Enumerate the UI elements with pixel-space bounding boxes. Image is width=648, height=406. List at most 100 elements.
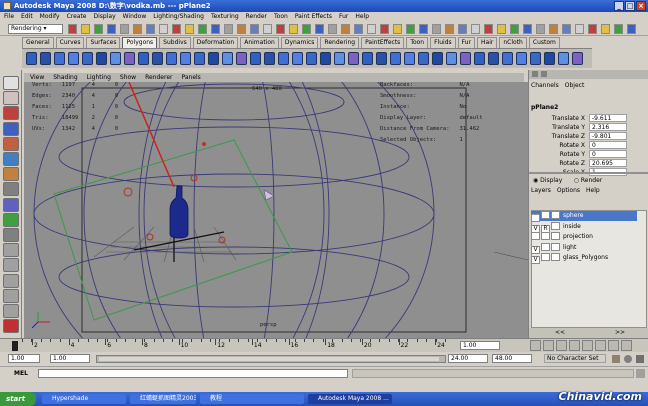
- polygon-shelf-tool-icon[interactable]: [96, 52, 107, 65]
- layer-render-toggle[interactable]: [541, 253, 550, 261]
- status-line-tool-icon[interactable]: [380, 24, 389, 34]
- menu-modify[interactable]: Modify: [40, 12, 60, 22]
- polygon-shelf-tool-icon[interactable]: [404, 52, 415, 65]
- key-icon[interactable]: [612, 355, 620, 363]
- layer-menu-options[interactable]: Options: [557, 187, 580, 194]
- polygon-shelf-tool-icon[interactable]: [194, 52, 205, 65]
- viewport-menu-lighting[interactable]: Lighting: [87, 73, 111, 82]
- layer-color-swatch[interactable]: [551, 211, 560, 219]
- menu-render[interactable]: Render: [246, 12, 267, 22]
- status-line-tool-icon[interactable]: [237, 24, 246, 34]
- shelf-tab-fur[interactable]: Fur: [457, 37, 476, 48]
- menu-help[interactable]: Help: [355, 12, 369, 22]
- layer-render-toggle[interactable]: [541, 242, 550, 251]
- playback-start-field[interactable]: 1.00: [50, 354, 90, 363]
- menu-lighting-shading[interactable]: Lighting/Shading: [153, 12, 204, 22]
- panel-toggle-icon[interactable]: [541, 71, 547, 77]
- channel-row-rotate-z[interactable]: Rotate Z 20.695: [531, 159, 647, 168]
- four-view-icon[interactable]: [3, 243, 19, 258]
- shelf-tab-polygons[interactable]: Polygons: [122, 37, 158, 48]
- polygon-shelf-tool-icon[interactable]: [362, 52, 373, 65]
- taskbar-item[interactable]: Autodesk Maya 2008 ...: [308, 394, 392, 404]
- menu-window[interactable]: Window: [123, 12, 147, 22]
- channel-value-field[interactable]: -9.801: [589, 132, 627, 140]
- display-radio[interactable]: ◉ Display: [533, 177, 562, 184]
- status-line-tool-icon[interactable]: [172, 24, 181, 34]
- maximize-button[interactable]: □: [625, 1, 635, 11]
- close-button[interactable]: ×: [636, 1, 646, 11]
- layer-row-projection[interactable]: projection: [531, 232, 637, 242]
- play-backward-button[interactable]: [569, 340, 580, 351]
- preferences-icon[interactable]: [636, 355, 644, 363]
- channel-menu-channels[interactable]: Channels: [531, 82, 559, 89]
- polygon-shelf-tool-icon[interactable]: [418, 52, 429, 65]
- polygon-shelf-tool-icon[interactable]: [166, 52, 177, 65]
- layer-color-swatch[interactable]: [551, 242, 560, 251]
- layout-icon-1[interactable]: [3, 258, 19, 273]
- status-line-tool-icon[interactable]: [354, 24, 363, 34]
- channel-value-field[interactable]: 20.695: [589, 159, 627, 167]
- polygon-shelf-tool-icon[interactable]: [152, 52, 163, 65]
- polygon-shelf-tool-icon[interactable]: [334, 52, 345, 65]
- status-line-tool-icon[interactable]: [289, 24, 298, 34]
- polygon-shelf-tool-icon[interactable]: [278, 52, 289, 65]
- menu-paint-effects[interactable]: Paint Effects: [295, 12, 332, 22]
- polygon-shelf-tool-icon[interactable]: [376, 52, 387, 65]
- auto-key-icon[interactable]: [624, 355, 632, 363]
- shelf-tab-animation[interactable]: Animation: [240, 37, 279, 48]
- status-line-tool-icon[interactable]: [419, 24, 428, 34]
- status-line-tool-icon[interactable]: [224, 24, 233, 34]
- viewport-menu-view[interactable]: View: [30, 73, 44, 82]
- status-line-tool-icon[interactable]: [68, 24, 77, 34]
- layer-visibility-toggle[interactable]: [531, 232, 540, 240]
- polygon-shelf-tool-icon[interactable]: [544, 52, 555, 65]
- go-to-end-button[interactable]: [621, 340, 632, 351]
- polygon-shelf-tool-icon[interactable]: [306, 52, 317, 65]
- status-line-tool-icon[interactable]: [614, 24, 623, 34]
- polygon-shelf-tool-icon[interactable]: [446, 52, 457, 65]
- polygon-shelf-tool-icon[interactable]: [82, 52, 93, 65]
- status-line-tool-icon[interactable]: [601, 24, 610, 34]
- polygon-shelf-tool-icon[interactable]: [68, 52, 79, 65]
- paint-select-icon[interactable]: [3, 106, 19, 121]
- layer-menu-layers[interactable]: Layers: [531, 187, 551, 194]
- channel-value-field[interactable]: -9.611: [589, 114, 627, 122]
- polygon-shelf-tool-icon[interactable]: [26, 52, 37, 65]
- shelf-tab-painteffects[interactable]: PaintEffects: [361, 37, 405, 48]
- status-line-tool-icon[interactable]: [497, 24, 506, 34]
- playback-end-field[interactable]: 24.00: [448, 354, 488, 363]
- shelf-tab-surfaces[interactable]: Surfaces: [86, 37, 121, 48]
- shelf-tab-hair[interactable]: Hair: [477, 37, 498, 48]
- status-line-tool-icon[interactable]: [302, 24, 311, 34]
- panel-layout-icon[interactable]: [532, 71, 538, 77]
- status-line-tool-icon[interactable]: [120, 24, 129, 34]
- select-tool-icon[interactable]: [3, 76, 19, 90]
- layout-icon-4[interactable]: [3, 304, 19, 318]
- polygon-shelf-tool-icon[interactable]: [236, 52, 247, 65]
- mel-input[interactable]: [38, 369, 348, 378]
- viewport-menu-panels[interactable]: Panels: [181, 73, 200, 82]
- status-line-tool-icon[interactable]: [133, 24, 142, 34]
- single-perspective-icon[interactable]: [3, 228, 19, 242]
- polygon-shelf-tool-icon[interactable]: [390, 52, 401, 65]
- polygon-shelf-tool-icon[interactable]: [488, 52, 499, 65]
- script-editor-button[interactable]: [636, 369, 645, 378]
- layer-row-light[interactable]: Vlight: [531, 242, 637, 254]
- layout-icon-2[interactable]: [3, 273, 19, 288]
- perspective-viewport[interactable]: Verts: 1197 4 0 Edges: 2340 4 0 Faces: 112…: [24, 82, 528, 338]
- channel-value-field[interactable]: 0: [589, 141, 627, 149]
- current-time-marker[interactable]: [12, 341, 18, 351]
- layer-row-inside[interactable]: V Rinside: [531, 221, 637, 233]
- polygon-shelf-tool-icon[interactable]: [572, 52, 583, 65]
- polygon-shelf-tool-icon[interactable]: [222, 52, 233, 65]
- polygon-shelf-tool-icon[interactable]: [502, 52, 513, 65]
- taskbar-item[interactable]: 教程: [200, 394, 304, 404]
- polygon-shelf-tool-icon[interactable]: [208, 52, 219, 65]
- status-line-tool-icon[interactable]: [484, 24, 493, 34]
- layer-render-toggle[interactable]: [541, 211, 550, 219]
- move-tool-icon[interactable]: [3, 121, 19, 136]
- shelf-tab-toon[interactable]: Toon: [406, 37, 429, 48]
- start-time-field[interactable]: 1.00: [8, 354, 40, 363]
- viewport-menu-shading[interactable]: Shading: [53, 73, 77, 82]
- menu-file[interactable]: File: [4, 12, 14, 22]
